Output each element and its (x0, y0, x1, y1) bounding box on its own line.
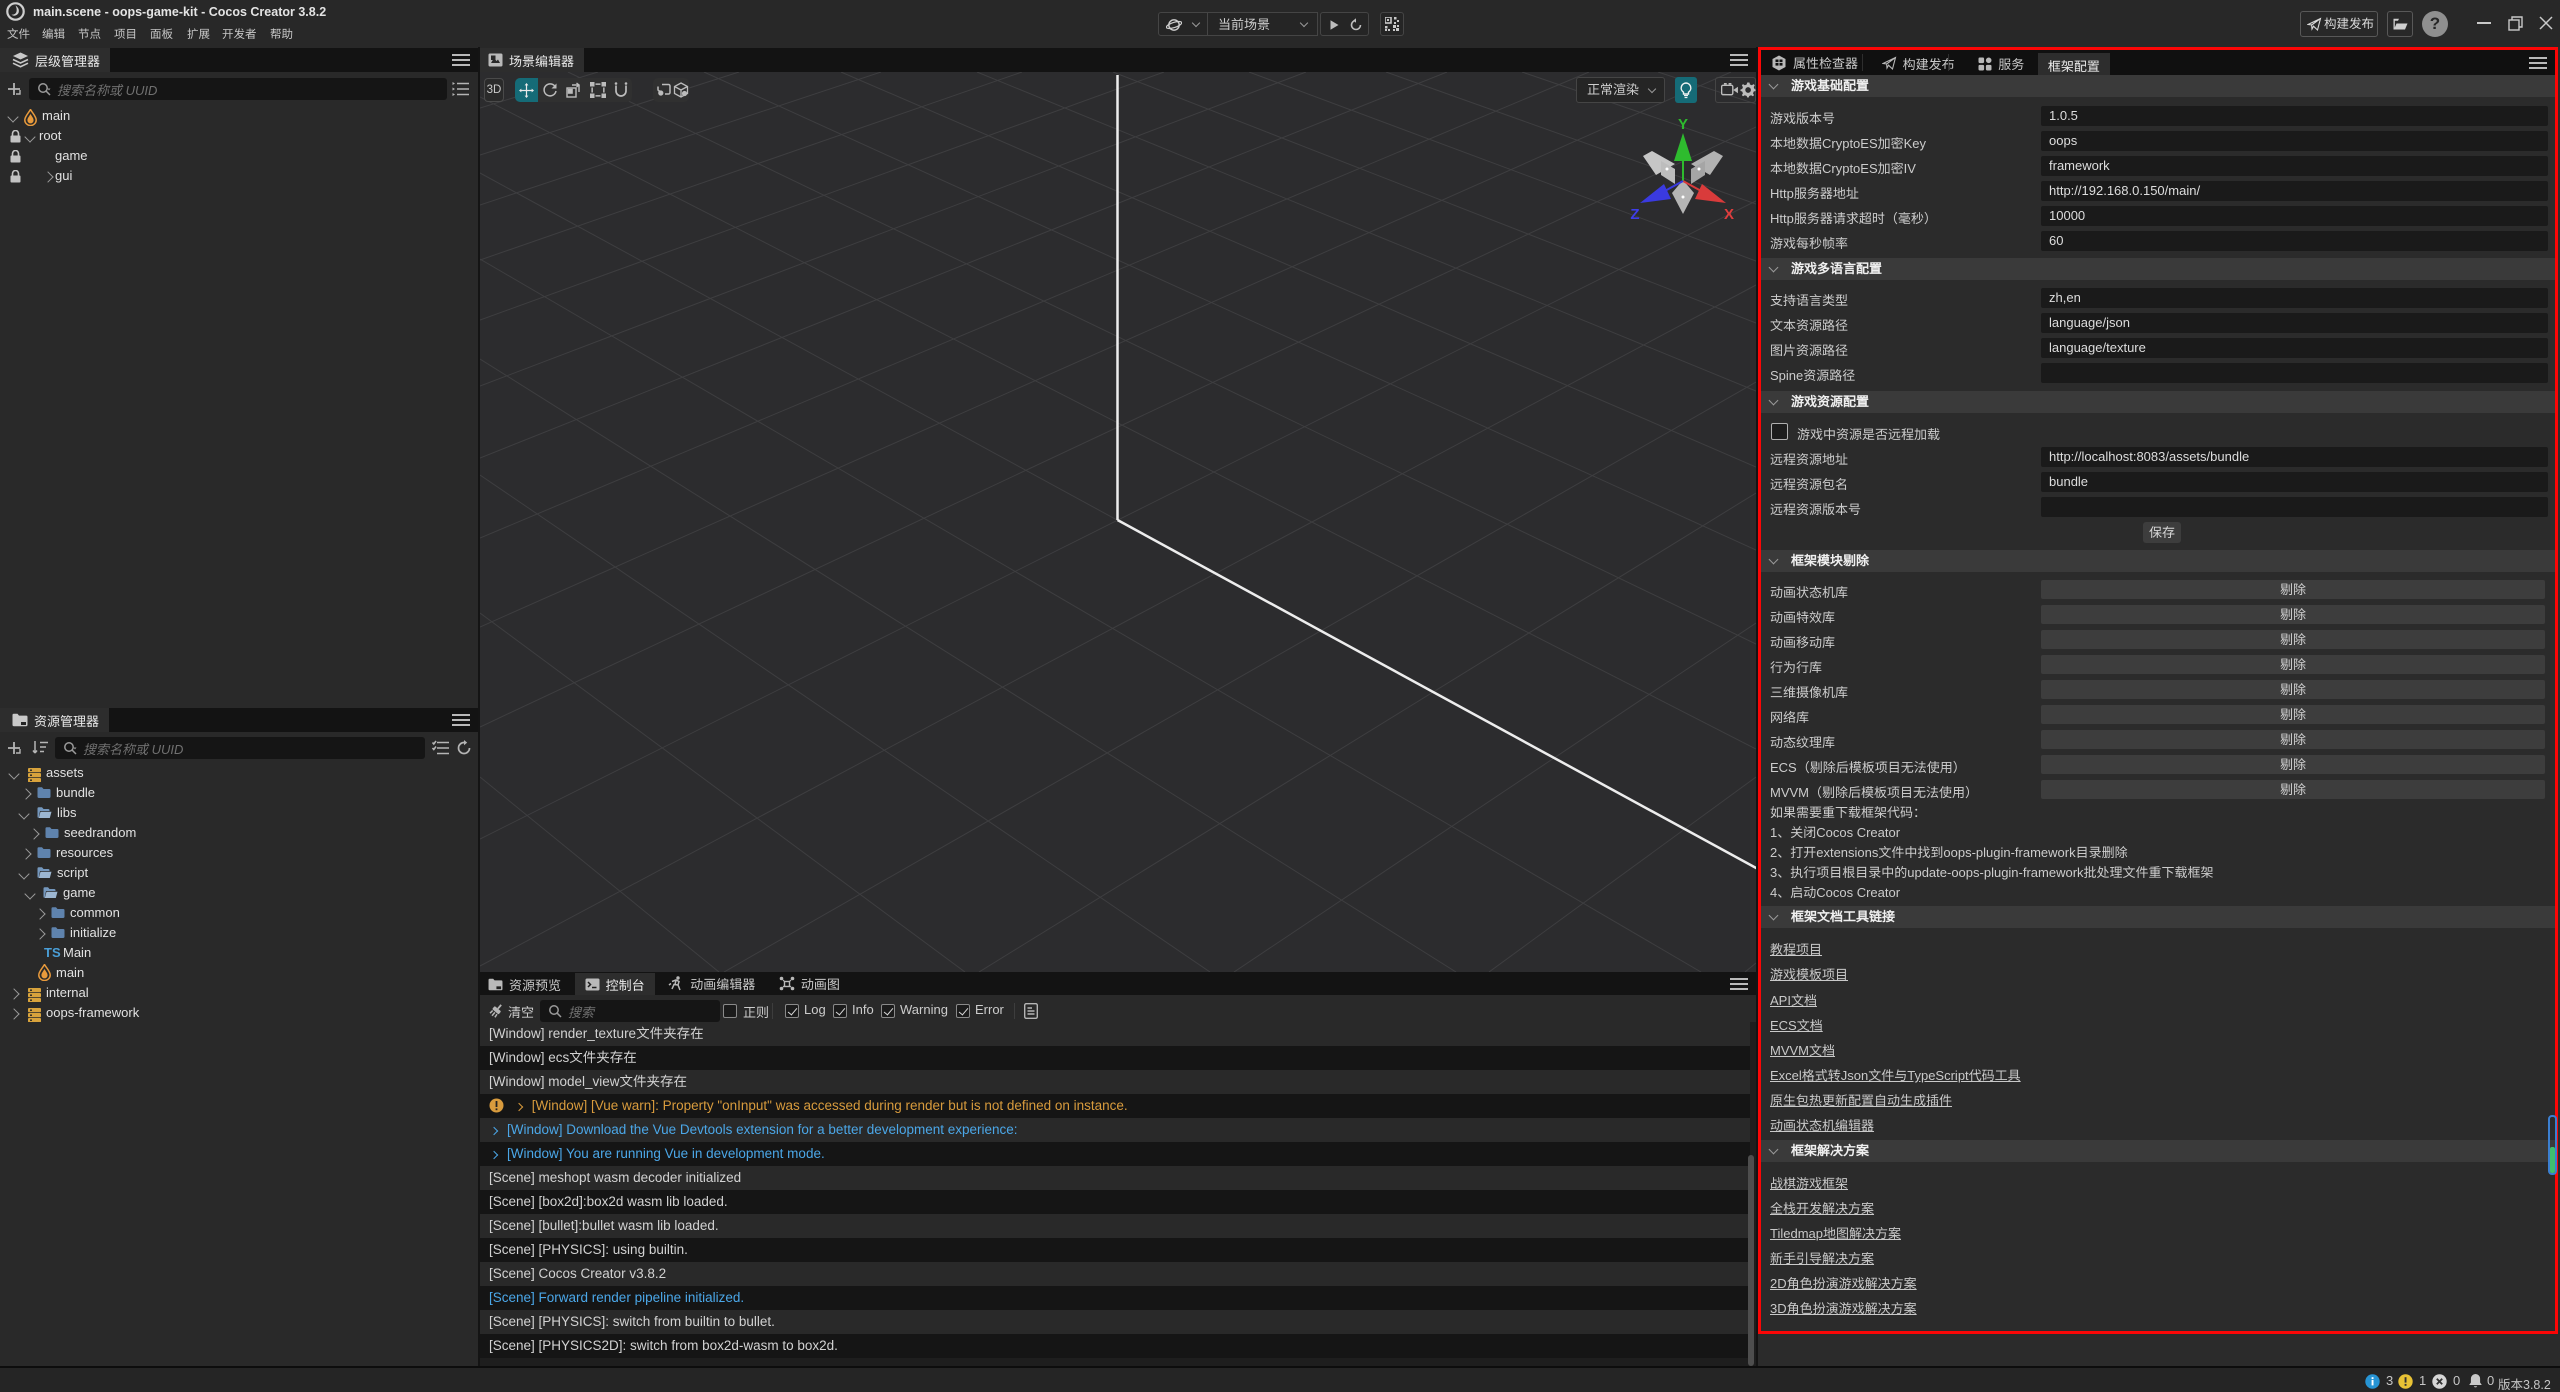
svg-text:Z: Z (1630, 206, 1639, 223)
svg-text:X: X (1724, 206, 1734, 223)
svg-text:Y: Y (1678, 116, 1688, 133)
